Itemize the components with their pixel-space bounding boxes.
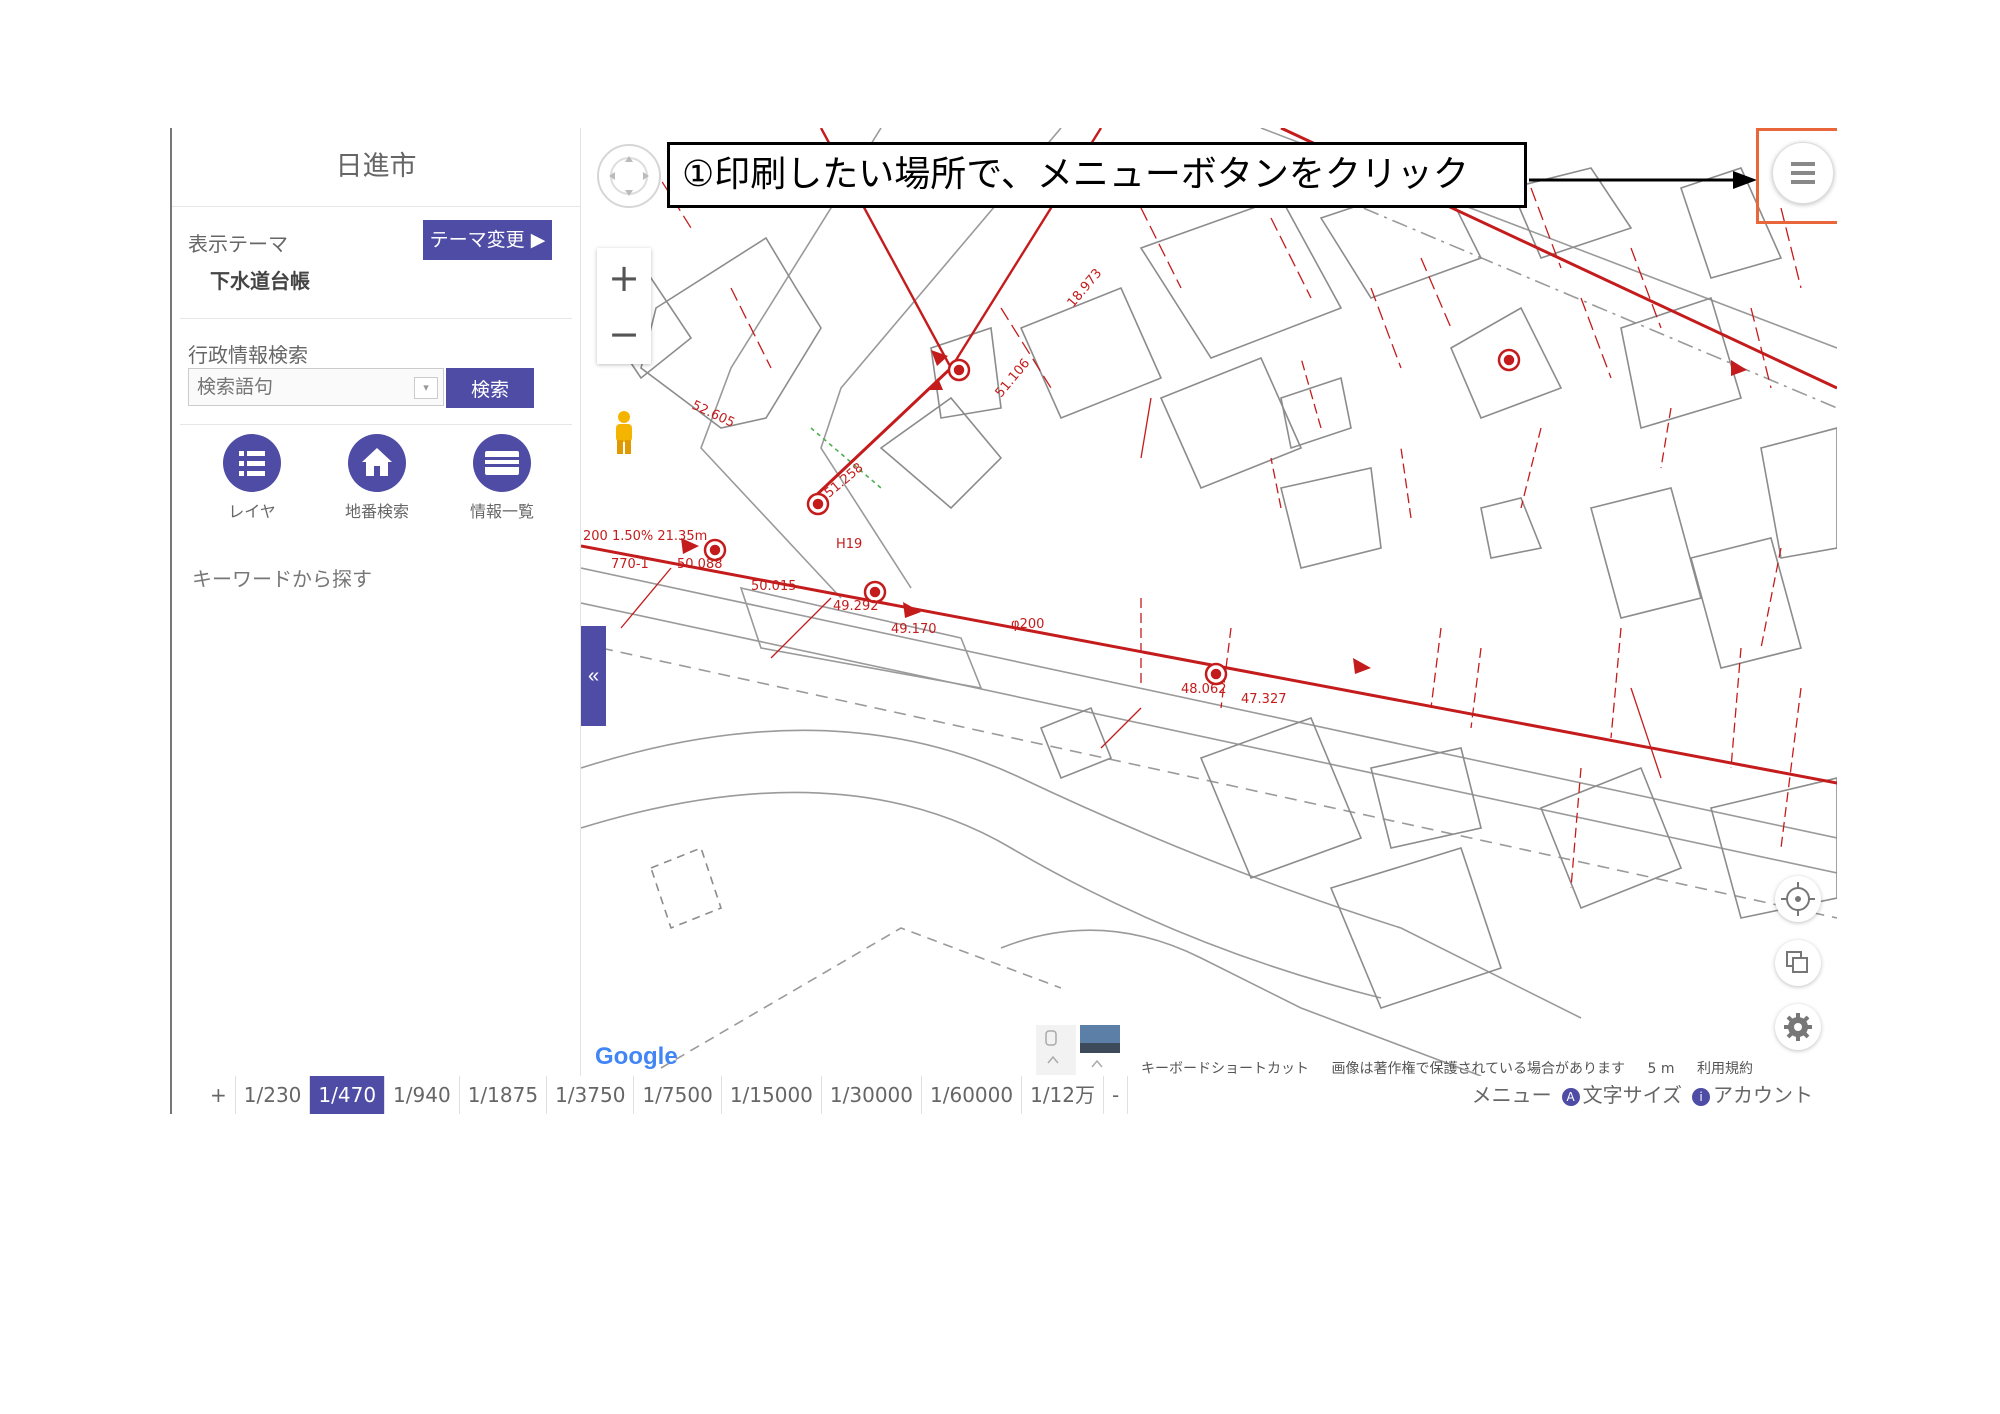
scale-option[interactable]: 1/30000	[822, 1076, 922, 1114]
map-annotation: 50.015	[751, 579, 797, 594]
scale-option[interactable]: 1/60000	[922, 1076, 1023, 1114]
locate-icon[interactable]	[1775, 876, 1821, 922]
copyright-notice: 画像は著作権で保護されている場合があります	[1331, 1061, 1626, 1076]
menu-icon[interactable]	[1772, 142, 1834, 204]
map-annotation: 49.292	[833, 599, 879, 614]
callout-arrow	[1529, 171, 1757, 189]
theme-change-button[interactable]: テーマ変更 ▶	[423, 220, 552, 260]
map-annotation: 48.062	[1181, 682, 1227, 697]
footer-links: メニュー A 文字サイズ i アカウント	[1472, 1076, 1813, 1114]
scale-zoom-out[interactable]: -	[1104, 1076, 1129, 1114]
map-scale: 5 m	[1647, 1061, 1675, 1076]
map-annotation: 18.973	[1065, 266, 1106, 310]
map-annotation: φ200	[1011, 617, 1044, 632]
instruction-callout: ①印刷したい場所で、メニューボタンをクリック	[667, 142, 1527, 208]
map-attribution: キーボードショートカット 画像は著作権で保護されている場合があります 5 m 利…	[1141, 1058, 1771, 1076]
scale-option[interactable]: 1/230	[236, 1076, 311, 1114]
google-logo-text: Google	[595, 1043, 678, 1070]
zoom-out-icon[interactable]: −	[597, 306, 651, 362]
scale-option[interactable]: 1/15000	[722, 1076, 822, 1114]
house-icon	[348, 434, 406, 492]
map-annotation: 200 1.50% 21.35m	[583, 529, 707, 544]
scale-option-active[interactable]: 1/470	[310, 1076, 386, 1114]
map-annotation: 47.327	[1241, 692, 1287, 707]
keyword-search-label[interactable]: キーワードから探す	[192, 563, 372, 592]
font-size-label: 文字サイズ	[1582, 1083, 1682, 1107]
table-icon	[473, 434, 531, 492]
account-link[interactable]: i アカウント	[1692, 1076, 1813, 1114]
settings-icon[interactable]	[1775, 1004, 1821, 1050]
map-annotation: 51.106	[993, 356, 1034, 400]
zoom-in-icon[interactable]: +	[597, 250, 651, 306]
map-annotation: 770-1	[611, 557, 649, 572]
layer-tool-button[interactable]: レイヤ	[197, 434, 307, 522]
list-icon	[223, 434, 281, 492]
map-annotation: 49.170	[891, 622, 937, 637]
search-label: 行政情報検索	[188, 343, 308, 367]
map-view[interactable]: 200 1.50% 21.35m 770-1 50.088 50.015 49.…	[581, 128, 1837, 1076]
menu-highlight	[1756, 128, 1837, 224]
font-size-link[interactable]: A 文字サイズ	[1561, 1076, 1682, 1114]
account-label: アカウント	[1713, 1083, 1813, 1107]
scale-zoom-in[interactable]: +	[202, 1076, 236, 1114]
map-annotation: 51.258	[822, 460, 866, 501]
scale-option[interactable]: 1/1875	[460, 1076, 548, 1114]
scale-option[interactable]: 1/940	[385, 1076, 460, 1114]
zoom-control: + −	[597, 248, 651, 364]
google-logo: Google	[595, 1043, 678, 1071]
navigation-icon[interactable]	[597, 144, 661, 208]
map-annotation: H19	[836, 537, 862, 552]
scale-option[interactable]: 1/12万	[1022, 1076, 1105, 1114]
font-size-icon: A	[1561, 1088, 1580, 1106]
layers-icon[interactable]	[1775, 940, 1821, 986]
divider	[180, 318, 572, 319]
lot-search-tool-button[interactable]: 地番検索	[322, 434, 432, 522]
app-window: 日進市 表示テーマ テーマ変更 ▶ 下水道台帳 行政情報検索 ▾ 検索 レイヤ	[170, 128, 1837, 1114]
bottom-bar: + 1/230 1/470 1/940 1/1875 1/3750 1/7500…	[172, 1076, 1837, 1114]
info-list-tool-button[interactable]: 情報一覧	[447, 434, 557, 522]
map-annotation: 50.088	[677, 557, 723, 572]
divider	[180, 424, 572, 425]
sidebar: 日進市 表示テーマ テーマ変更 ▶ 下水道台帳 行政情報検索 ▾ 検索 レイヤ	[172, 128, 581, 1076]
menu-link[interactable]: メニュー	[1472, 1076, 1552, 1114]
collapse-sidebar-button[interactable]: «	[581, 626, 606, 726]
map-canvas: 200 1.50% 21.35m 770-1 50.088 50.015 49.…	[581, 128, 1837, 1076]
search-input[interactable]	[188, 368, 444, 406]
account-icon: i	[1692, 1088, 1710, 1106]
scale-option[interactable]: 1/3750	[547, 1076, 635, 1114]
scale-option[interactable]: 1/7500	[634, 1076, 722, 1114]
theme-label: 表示テーマ	[188, 232, 288, 256]
city-title: 日進市	[172, 128, 580, 207]
chevron-down-icon[interactable]: ▾	[414, 377, 438, 399]
street-view-thumbnail[interactable]	[1036, 1025, 1136, 1075]
scale-selector: + 1/230 1/470 1/940 1/1875 1/3750 1/7500…	[202, 1076, 1129, 1114]
tool-label: 地番検索	[344, 502, 409, 521]
tool-label: レイヤ	[228, 502, 276, 521]
search-button[interactable]: 検索	[446, 368, 534, 408]
tool-label: 情報一覧	[469, 502, 534, 521]
keyboard-shortcut-link[interactable]: キーボードショートカット	[1141, 1061, 1309, 1076]
terms-link[interactable]: 利用規約	[1697, 1061, 1753, 1076]
theme-value: 下水道台帳	[210, 269, 310, 293]
map-annotation: 52.605	[689, 398, 737, 431]
pegman-icon[interactable]	[611, 410, 637, 460]
